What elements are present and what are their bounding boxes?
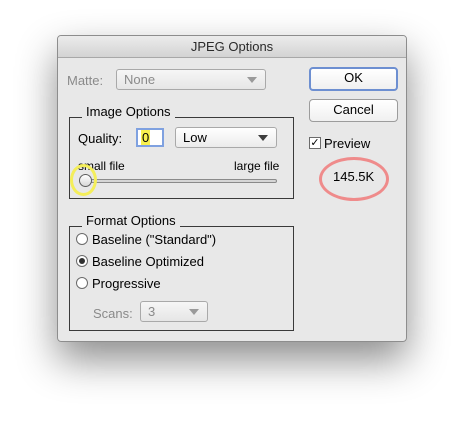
matte-select-value: None [124,72,156,87]
scans-select[interactable]: 3 [140,301,208,322]
quality-slider-track[interactable] [80,179,277,183]
highlight-annotation [70,164,97,196]
radio-baseline-optimized-label: Baseline Optimized [92,254,204,269]
jpeg-options-dialog: JPEG Options Matte: None Image Options Q… [57,35,407,342]
highlight-annotation [319,157,389,201]
ok-button[interactable]: OK [309,67,398,91]
format-options-title: Format Options [82,213,180,228]
cancel-button[interactable]: Cancel [309,99,398,122]
preview-checkbox[interactable]: ✓ [309,137,321,149]
matte-select[interactable]: None [116,69,266,90]
quality-preset-value: Low [183,130,207,145]
radio-progressive-label: Progressive [92,276,161,291]
preview-label: Preview [324,136,371,151]
chevron-down-icon [258,135,268,141]
radio-baseline-standard-label: Baseline ("Standard") [92,232,217,247]
quality-input[interactable]: 0 [136,128,164,147]
scans-select-value: 3 [148,304,156,319]
radio-baseline-standard[interactable] [76,233,88,245]
radio-progressive[interactable] [76,277,88,289]
quality-label: Quality: [78,131,123,146]
radio-baseline-optimized[interactable] [76,255,88,267]
quality-input-value: 0 [141,130,151,145]
dialog-title: JPEG Options [58,36,406,58]
matte-label: Matte: [67,73,104,88]
slider-max-label: large file [234,159,280,173]
quality-preset-select[interactable]: Low [175,127,277,148]
chevron-down-icon [247,77,257,83]
scans-label: Scans: [93,306,133,321]
image-options-title: Image Options [82,104,175,119]
chevron-down-icon [189,309,199,315]
